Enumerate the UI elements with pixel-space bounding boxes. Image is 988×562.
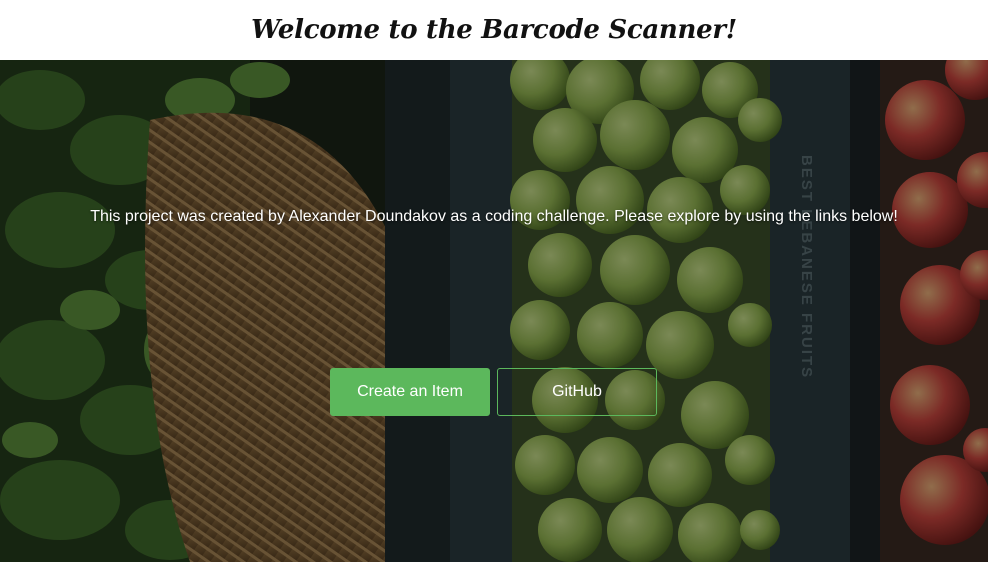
create-item-button[interactable]: Create an Item: [330, 368, 490, 416]
cta-button-group: Create an Item GitHub: [330, 368, 657, 416]
top-bar: Welcome to the Barcode Scanner!: [0, 0, 988, 60]
hero-tagline: This project was created by Alexander Do…: [90, 208, 898, 225]
hero-overlay: [0, 60, 988, 562]
page-title: Welcome to the Barcode Scanner!: [251, 15, 737, 45]
hero-section: BEST LEBANESE FRUITS This project was cr…: [0, 60, 988, 562]
github-button[interactable]: GitHub: [497, 368, 657, 416]
